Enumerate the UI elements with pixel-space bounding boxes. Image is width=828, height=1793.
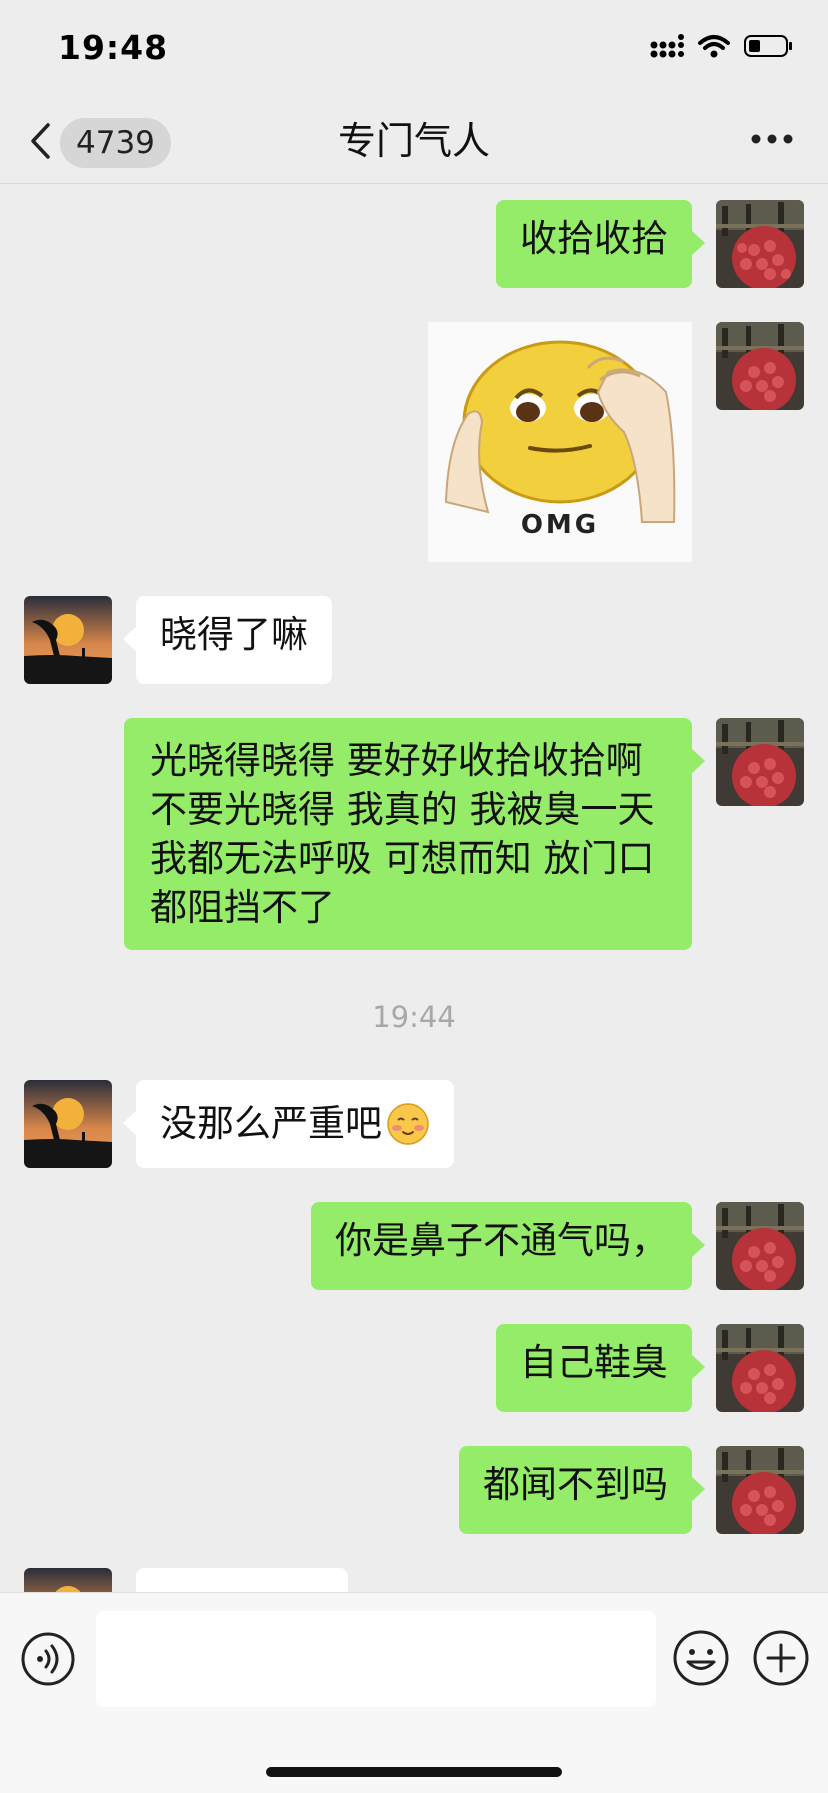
contact-avatar[interactable]: [24, 1568, 112, 1592]
message-bubble-sent[interactable]: 你是鼻子不通气吗，: [311, 1202, 705, 1290]
contact-avatar[interactable]: [24, 596, 112, 684]
message-bubble-received[interactable]: [136, 1568, 348, 1592]
plus-icon: [752, 1630, 810, 1691]
battery-icon: [744, 34, 794, 62]
chat-header: 4739 专门气人: [0, 100, 828, 184]
more-options-button[interactable]: [750, 128, 794, 154]
message-bubble-sent[interactable]: 收拾收拾: [496, 200, 705, 288]
my-avatar[interactable]: [716, 1446, 804, 1534]
blush-emoji-icon: [386, 1102, 430, 1146]
emoji-button[interactable]: [672, 1629, 730, 1691]
status-bar: 19:48: [0, 0, 828, 100]
voice-input-button[interactable]: [20, 1631, 76, 1691]
more-functions-button[interactable]: [752, 1629, 810, 1691]
my-avatar[interactable]: [716, 1202, 804, 1290]
my-avatar[interactable]: [716, 718, 804, 806]
message-text: 没那么严重吧: [160, 1102, 382, 1145]
message-bubble-sent[interactable]: 光晓得晓得 要好好收拾收拾啊 不要光晓得 我真的 我被臭一天 我都无法呼吸 可想…: [124, 718, 705, 950]
my-avatar[interactable]: [716, 1324, 804, 1412]
input-bar: [0, 1592, 828, 1793]
message-bubble-sent[interactable]: 都闻不到吗: [459, 1446, 705, 1534]
voice-icon: [20, 1632, 76, 1691]
message-bubble-received[interactable]: 没那么严重吧: [123, 1080, 454, 1168]
message-bubble-received[interactable]: 晓得了嘛: [123, 596, 332, 684]
wifi-icon: [698, 34, 730, 62]
my-avatar[interactable]: [716, 322, 804, 410]
home-indicator[interactable]: [266, 1767, 562, 1777]
status-time: 19:48: [58, 28, 169, 67]
chat-title: 专门气人: [337, 119, 490, 163]
message-input[interactable]: [96, 1611, 656, 1707]
message-bubble-sent[interactable]: 自己鞋臭: [496, 1324, 705, 1412]
message-list[interactable]: 收拾收拾 OMG 晓得了嘛 光晓得晓得 要好好收拾收拾啊 不要光晓得 我真的 我…: [0, 184, 828, 1592]
sticker-image[interactable]: OMG: [428, 322, 692, 562]
signal-icon: [650, 34, 684, 62]
status-icons: [650, 34, 794, 62]
contact-avatar[interactable]: [24, 1080, 112, 1168]
emoji-icon: [672, 1630, 730, 1691]
more-icon: [750, 134, 794, 154]
my-avatar[interactable]: [716, 200, 804, 288]
message-timestamp: 19:44: [372, 1000, 456, 1034]
sticker-caption: OMG: [520, 510, 600, 540]
